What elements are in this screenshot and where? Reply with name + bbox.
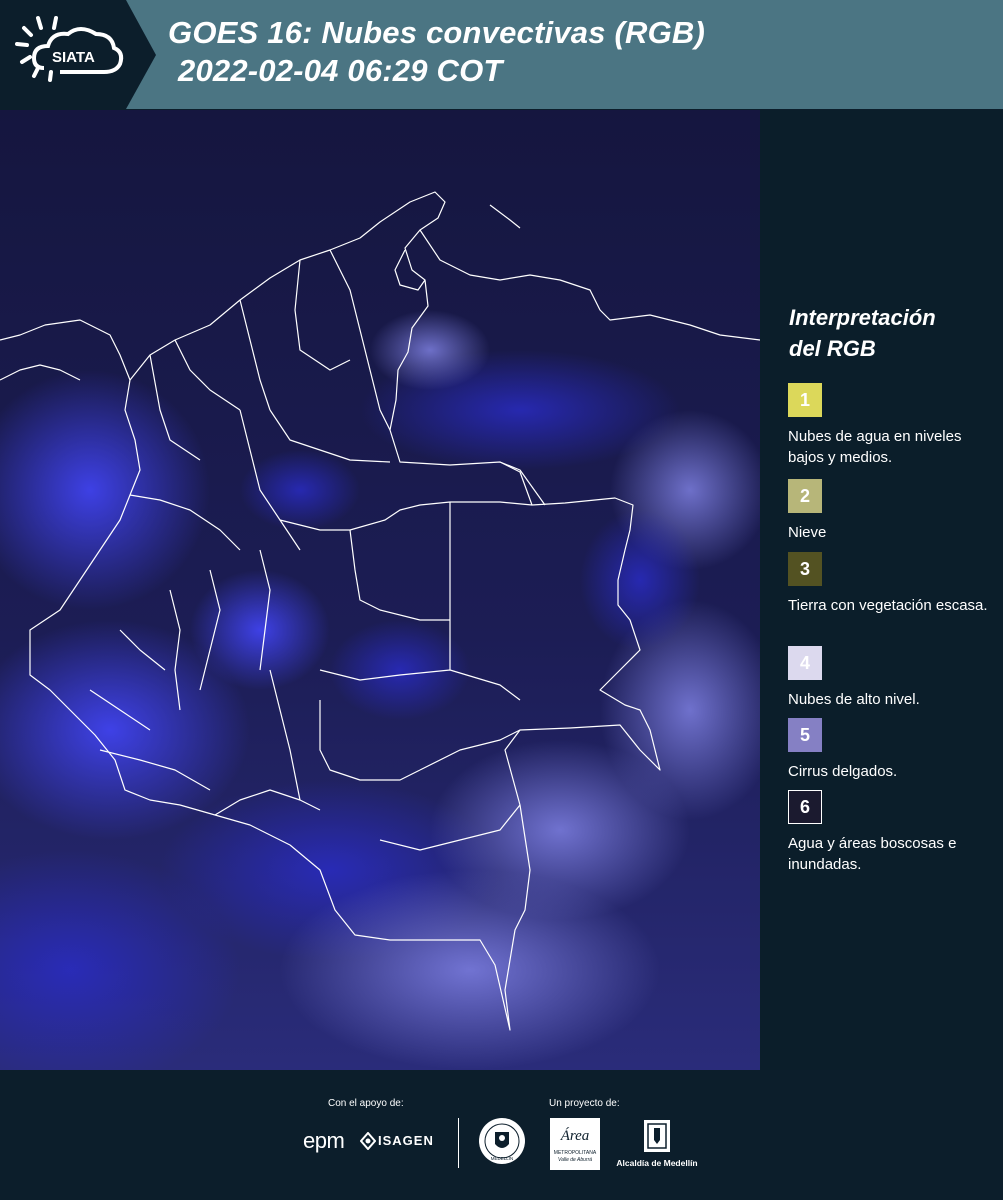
alcaldia-shield-icon: [644, 1120, 670, 1152]
legend-panel: Interpretación del RGB 1 Nubes de agua e…: [760, 110, 1003, 1070]
legend-swatch: 5: [788, 718, 822, 752]
seal-text: MEDELLÍN: [491, 1155, 514, 1161]
legend-label: Nubes de agua en niveles bajos y medios.: [788, 428, 962, 466]
legend-item-1: 1 Nubes de agua en niveles bajos y medio…: [788, 383, 998, 468]
satellite-map: [0, 110, 760, 1070]
legend-swatch: 1: [788, 383, 822, 417]
area-logo-name: Área: [560, 1128, 590, 1144]
title-line-2: 2022-02-04 06:29 COT: [178, 53, 503, 88]
legend-title: Interpretación del RGB: [789, 302, 936, 364]
area-logo-sub2: Valle de Aburrá: [557, 1157, 593, 1163]
area-metropolitana-logo: Área METROPOLITANA Valle de Aburrá: [550, 1118, 600, 1170]
legend-swatch: 2: [788, 479, 822, 513]
epm-logo: epm: [303, 1128, 345, 1153]
legend-item-4: 4 Nubes de alto nivel.: [788, 646, 998, 710]
legend-item-3: 3 Tierra con vegetación escasa.: [788, 552, 998, 616]
project-label: Un proyecto de:: [549, 1098, 620, 1109]
legend-label: Tierra con vegetación escasa.: [788, 597, 988, 614]
legend-title-line-2: del RGB: [789, 336, 876, 361]
alcaldia-logo-text: Alcaldía de Medellín: [616, 1158, 698, 1168]
legend-label: Cirrus delgados.: [788, 763, 898, 780]
area-logo-sub1: METROPOLITANA: [553, 1150, 597, 1156]
support-label: Con el apoyo de:: [328, 1098, 404, 1109]
legend-item-5: 5 Cirrus delgados.: [788, 718, 998, 782]
legend-label: Nubes de alto nivel.: [788, 691, 920, 708]
legend-title-line-1: Interpretación: [789, 305, 936, 330]
header-bar: SIATA GOES 16: Nubes convectivas (RGB) 2…: [0, 0, 1003, 109]
footer-divider: [458, 1118, 459, 1168]
legend-label: Nieve: [788, 524, 827, 541]
legend-label: Agua y áreas boscosas e inundadas.: [788, 835, 957, 873]
legend-item-6: 6 Agua y áreas boscosas e inundadas.: [788, 790, 998, 875]
footer: Con el apoyo de: Un proyecto de: epm ISA…: [0, 1070, 1003, 1200]
siata-logo-text: SIATA: [52, 49, 95, 66]
alcaldia-logo: Alcaldía de Medellín: [611, 1118, 703, 1170]
medellin-seal: MEDELLÍN: [477, 1116, 527, 1166]
siata-logo: SIATA: [0, 0, 160, 109]
legend-swatch: 4: [788, 646, 822, 680]
legend-swatch: 3: [788, 552, 822, 586]
legend-swatch: 6: [788, 790, 822, 824]
isagen-logo-text: ISAGEN: [378, 1133, 434, 1148]
legend-item-2: 2 Nieve: [788, 479, 998, 543]
isagen-logo: ISAGEN: [360, 1132, 440, 1152]
title-line-1: GOES 16: Nubes convectivas (RGB): [168, 15, 706, 50]
page-title: GOES 16: Nubes convectivas (RGB) 2022-02…: [168, 14, 705, 90]
